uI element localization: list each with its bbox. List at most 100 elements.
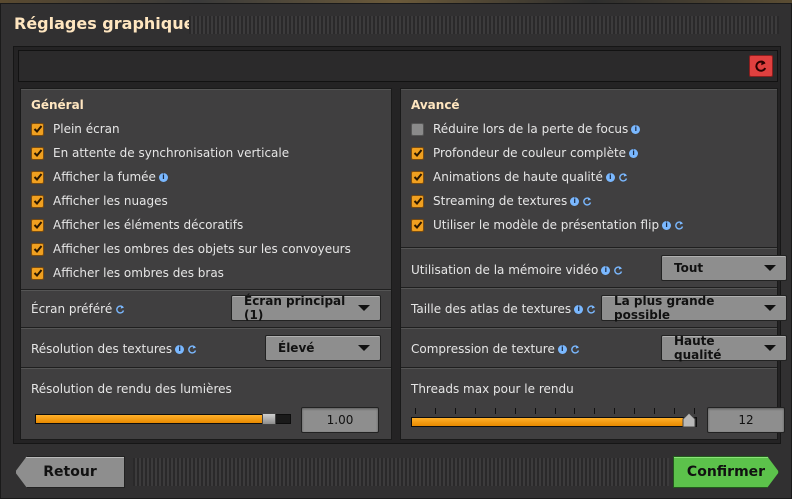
light-render-label: Résolution de rendu des lumières xyxy=(31,380,232,398)
checkbox-vsync[interactable]: En attente de synchronisation verticale xyxy=(31,143,289,163)
info-icon[interactable]: i xyxy=(158,172,168,182)
info-icon[interactable]: i xyxy=(175,344,185,354)
chevron-down-icon xyxy=(764,305,776,311)
checkbox-label: Profondeur de couleur complète xyxy=(433,146,627,160)
checkbox-checked-icon xyxy=(31,146,44,160)
threads-value[interactable]: 12 xyxy=(707,407,785,433)
info-icon[interactable]: i xyxy=(605,172,615,182)
checkbox-unchecked-icon xyxy=(411,122,424,136)
atlas-dropdown[interactable]: La plus grande possible xyxy=(601,294,787,322)
slider-fill xyxy=(36,415,269,423)
label-text: Utilisation de la mémoire vidéo xyxy=(411,263,599,277)
chevron-down-icon xyxy=(358,305,370,311)
compression-label: Compression de texture i xyxy=(411,340,580,358)
checkbox-checked-icon xyxy=(411,146,424,160)
info-icon[interactable]: i xyxy=(557,344,567,354)
checkbox-inserter-shadows[interactable]: Afficher les ombres des bras xyxy=(31,263,224,283)
general-title: Général xyxy=(31,98,84,112)
dropdown-value: Haute qualité xyxy=(674,334,722,362)
divider xyxy=(401,367,777,369)
checkbox-decoratives[interactable]: Afficher les éléments décoratifs xyxy=(31,215,243,235)
info-icon[interactable]: i xyxy=(631,124,641,134)
slider-tick xyxy=(634,408,635,414)
checkbox-label: Animations de haute qualité xyxy=(433,170,603,184)
slider-tick xyxy=(435,408,436,414)
texture-resolution-label: Résolution des textures i xyxy=(31,340,197,358)
checkbox-label: Afficher les nuages xyxy=(53,194,168,208)
slider-tick xyxy=(654,408,655,414)
sync-icon xyxy=(571,345,580,354)
slider-tick xyxy=(574,408,575,414)
divider xyxy=(21,289,391,291)
preferred-screen-dropdown[interactable]: Écran principal (1) xyxy=(231,294,381,322)
checkbox-smoke[interactable]: Afficher la fumée i xyxy=(31,167,168,187)
chevron-down-icon xyxy=(764,345,776,351)
light-render-value[interactable]: 1.00 xyxy=(301,407,379,433)
checkbox-flip-model[interactable]: Utiliser le modèle de présentation flip … xyxy=(411,215,684,235)
checkbox-checked-icon xyxy=(31,266,44,280)
chevron-down-icon xyxy=(764,265,776,271)
general-panel: Général Plein écran En attente de synchr… xyxy=(20,88,392,440)
checkbox-checked-icon xyxy=(31,242,44,256)
info-icon[interactable]: i xyxy=(629,148,639,158)
checkbox-label: Plein écran xyxy=(53,122,120,136)
reset-button[interactable] xyxy=(749,55,773,77)
confirm-button[interactable]: Confirmer xyxy=(673,456,779,488)
checkbox-checked-icon xyxy=(31,218,44,232)
slider-fill xyxy=(412,418,689,426)
slider-tick xyxy=(535,408,536,414)
label-text: Taille des atlas de textures xyxy=(411,302,572,316)
checkbox-label: Streaming de textures xyxy=(433,194,568,208)
dropdown-value: La plus grande possible xyxy=(614,294,715,322)
slider-tick xyxy=(495,408,496,414)
checkbox-checked-icon xyxy=(411,194,424,208)
checkbox-texture-streaming[interactable]: Streaming de textures i xyxy=(411,191,592,211)
checkbox-minimize-focus[interactable]: Réduire lors de la perte de focus i xyxy=(411,119,641,139)
checkbox-full-color-depth[interactable]: Profondeur de couleur complète i xyxy=(411,143,639,163)
checkbox-belt-shadows[interactable]: Afficher les ombres des objets sur les c… xyxy=(31,239,351,259)
slider-tick xyxy=(415,408,416,414)
threads-slider[interactable] xyxy=(411,413,697,427)
sync-icon xyxy=(619,173,628,182)
label-text: Threads max pour le rendu xyxy=(411,382,574,396)
reset-icon xyxy=(755,60,767,72)
title-drag-handle[interactable] xyxy=(189,16,779,34)
slider-handle[interactable] xyxy=(682,413,696,427)
divider xyxy=(21,367,391,369)
checkbox-checked-icon xyxy=(411,170,424,184)
checkbox-label: Afficher les éléments décoratifs xyxy=(53,218,244,232)
dialog-footer: Retour Confirmer xyxy=(13,453,781,493)
info-icon[interactable]: i xyxy=(662,220,672,230)
light-render-slider[interactable] xyxy=(35,413,291,425)
vram-dropdown[interactable]: Tout xyxy=(661,255,787,281)
checkbox-hq-animations[interactable]: Animations de haute qualité i xyxy=(411,167,628,187)
sync-icon xyxy=(188,345,197,354)
checkbox-label: Afficher la fumée xyxy=(53,170,156,184)
checkbox-fullscreen[interactable]: Plein écran xyxy=(31,119,120,139)
window-title: Réglages graphiques xyxy=(14,14,204,33)
checkbox-checked-icon xyxy=(411,218,424,232)
texture-resolution-dropdown[interactable]: Élevé xyxy=(265,335,381,361)
slider-tick xyxy=(614,408,615,414)
checkbox-label: Afficher les ombres des bras xyxy=(53,266,224,280)
checkbox-label: Utiliser le modèle de présentation flip xyxy=(433,218,660,232)
checkbox-clouds[interactable]: Afficher les nuages xyxy=(31,191,168,211)
sync-icon xyxy=(614,266,623,275)
sync-icon xyxy=(583,197,592,206)
compression-dropdown[interactable]: Haute qualité xyxy=(661,334,787,362)
back-button[interactable]: Retour xyxy=(15,456,125,488)
preferred-screen-label: Écran préféré xyxy=(31,300,125,318)
footer-drag-handle[interactable] xyxy=(133,458,669,486)
info-icon[interactable]: i xyxy=(570,196,580,206)
sync-icon xyxy=(675,221,684,230)
atlas-label: Taille des atlas de textures i xyxy=(411,300,596,318)
info-icon[interactable]: i xyxy=(601,265,611,275)
checkbox-label: En attente de synchronisation verticale xyxy=(53,146,290,160)
dropdown-value: Élevé xyxy=(278,341,315,355)
slider-tick xyxy=(594,408,595,414)
checkbox-checked-icon xyxy=(31,170,44,184)
checkbox-label: Afficher les ombres des objets sur les c… xyxy=(53,242,351,256)
slider-handle[interactable] xyxy=(262,413,276,425)
info-icon[interactable]: i xyxy=(574,304,584,314)
label-text: Écran préféré xyxy=(31,302,113,316)
